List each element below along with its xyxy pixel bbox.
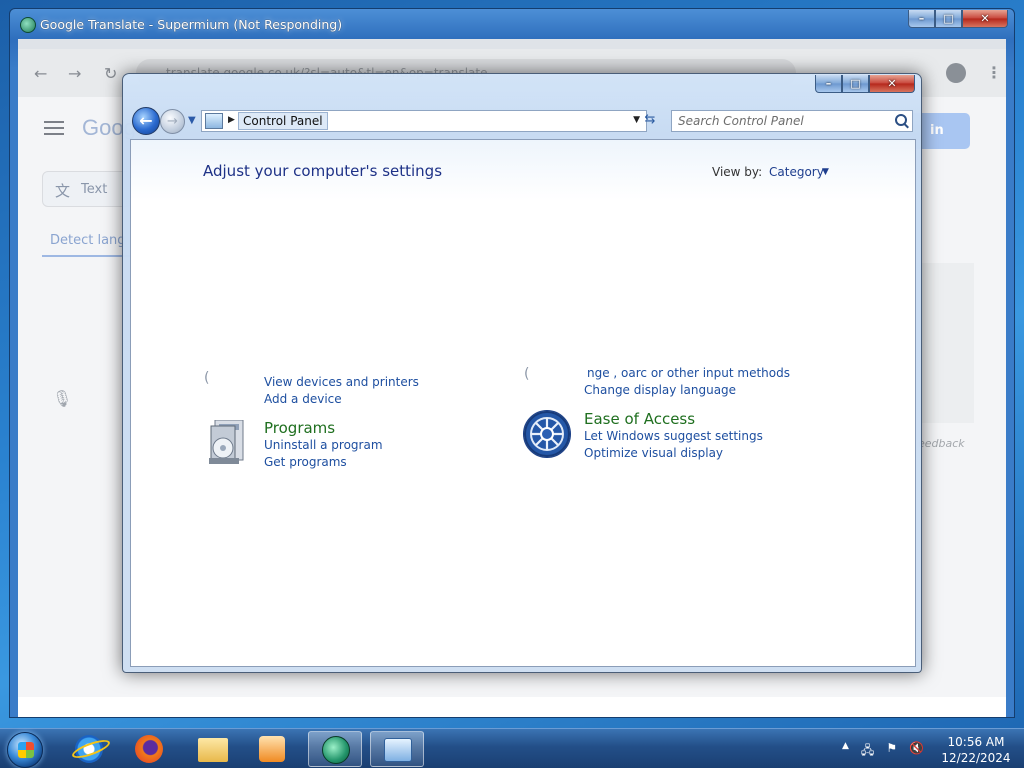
view-devices-link[interactable]: View devices and printers [264, 375, 419, 389]
browser-title: Google Translate - Supermium (Not Respon… [40, 17, 343, 32]
programs-title[interactable]: Programs [264, 419, 335, 437]
browser-tab-strip [18, 39, 1006, 49]
windows-logo-icon [18, 742, 34, 758]
search-input[interactable] [672, 111, 882, 131]
change-display-language-link[interactable]: Change display language [584, 383, 736, 397]
search-icon[interactable] [895, 114, 907, 126]
network-icon[interactable]: 🖧 [861, 741, 874, 762]
profile-avatar-icon[interactable] [946, 63, 966, 83]
refresh-icon[interactable]: ⇆ [639, 110, 661, 132]
menu-dots-icon[interactable]: ⋮ [986, 63, 1002, 82]
internet-explorer-icon [75, 735, 103, 763]
back-button[interactable]: ← [132, 107, 160, 135]
add-device-link[interactable]: Add a device [264, 392, 342, 406]
forward-arrow-icon[interactable]: → [68, 64, 81, 83]
cp-minimize-button[interactable]: – [815, 75, 842, 93]
hardware-icon[interactable]: ( [204, 370, 209, 386]
system-tray: ▲ 🖧 ⚑ 🔇 [842, 741, 924, 762]
action-center-flag-icon[interactable]: ⚑ [886, 741, 897, 762]
get-programs-link[interactable]: Get programs [264, 455, 347, 469]
browser-close-button[interactable]: ✕ [962, 10, 1008, 28]
control-panel-icon [205, 113, 223, 129]
supermium-icon [322, 736, 350, 764]
cp-maximize-button[interactable]: □ [842, 75, 869, 93]
text-mode-label: Text [81, 182, 108, 197]
page-title: Adjust your computer's settings [203, 162, 443, 180]
taskbar-explorer[interactable] [185, 731, 239, 767]
ease-of-access-title[interactable]: Ease of Access [584, 410, 695, 428]
windows-suggest-settings-link[interactable]: Let Windows suggest settings [584, 429, 763, 443]
browser-maximize-button[interactable]: □ [935, 10, 962, 28]
control-panel-window: – □ ✕ ← → ▼ ▶ Control Panel ▼ ⇆ Adjust y… [122, 73, 922, 673]
folder-icon [198, 738, 228, 762]
breadcrumb-control-panel[interactable]: Control Panel [238, 112, 328, 130]
cp-navigation-bar: ← → ▼ ▶ Control Panel ▼ ⇆ [131, 107, 917, 137]
clock-language-icon[interactable]: ( [524, 366, 529, 382]
view-by-label: View by: [712, 165, 763, 179]
reload-icon[interactable]: ↻ [104, 64, 117, 83]
cp-close-button[interactable]: ✕ [869, 75, 915, 93]
address-bar[interactable]: ▶ Control Panel ▼ [201, 110, 647, 132]
view-by-dropdown[interactable]: Category [769, 165, 824, 179]
back-arrow-icon[interactable]: ← [34, 64, 47, 83]
supermium-icon [20, 17, 36, 33]
programs-icon[interactable] [207, 419, 247, 466]
taskbar-clock[interactable]: 10:56 AM 12/22/2024 [938, 734, 1014, 766]
ease-of-access-icon[interactable] [523, 410, 571, 458]
cp-caption-buttons: – □ ✕ [815, 75, 915, 93]
microphone-icon[interactable]: 🎙 [52, 389, 72, 408]
feedback-link[interactable]: eedback [918, 437, 965, 450]
clock-time: 10:56 AM [947, 735, 1005, 749]
start-button[interactable] [7, 732, 43, 768]
optimize-visual-display-link[interactable]: Optimize visual display [584, 446, 723, 460]
taskbar-firefox[interactable] [122, 731, 176, 767]
detect-language-tab[interactable]: Detect lang [50, 233, 126, 248]
taskbar-control-panel[interactable] [370, 731, 424, 767]
view-by-dropdown-icon[interactable]: ▼ [822, 167, 829, 177]
hamburger-menu-icon[interactable] [44, 121, 64, 139]
browser-caption-buttons: – □ ✕ [908, 10, 1008, 28]
taskbar-media-player[interactable] [245, 731, 299, 767]
uninstall-program-link[interactable]: Uninstall a program [264, 438, 383, 452]
breadcrumb-chevron-icon[interactable]: ▶ [228, 115, 235, 125]
clock-date: 12/22/2024 [941, 751, 1011, 765]
change-keyboards-link[interactable]: nge , oarc or other input methods [587, 366, 790, 380]
taskbar-supermium[interactable] [308, 731, 362, 767]
show-hidden-icons-icon[interactable]: ▲ [842, 741, 849, 762]
taskbar-internet-explorer[interactable] [62, 731, 116, 767]
cp-content-area: Adjust your computer's settings View by:… [130, 139, 916, 667]
text-mode-tab[interactable]: 文 Text [42, 171, 132, 207]
search-box[interactable] [671, 110, 913, 132]
recent-pages-dropdown-icon[interactable]: ▼ [188, 115, 196, 126]
volume-muted-icon[interactable]: 🔇 [909, 741, 924, 762]
browser-minimize-button[interactable]: – [908, 10, 935, 28]
forward-button[interactable]: → [160, 109, 185, 134]
media-player-icon [259, 736, 285, 762]
control-panel-icon [384, 738, 412, 762]
firefox-icon [135, 735, 163, 763]
taskbar: ▲ 🖧 ⚑ 🔇 10:56 AM 12/22/2024 [0, 728, 1024, 768]
translate-icon: 文 [55, 182, 71, 200]
